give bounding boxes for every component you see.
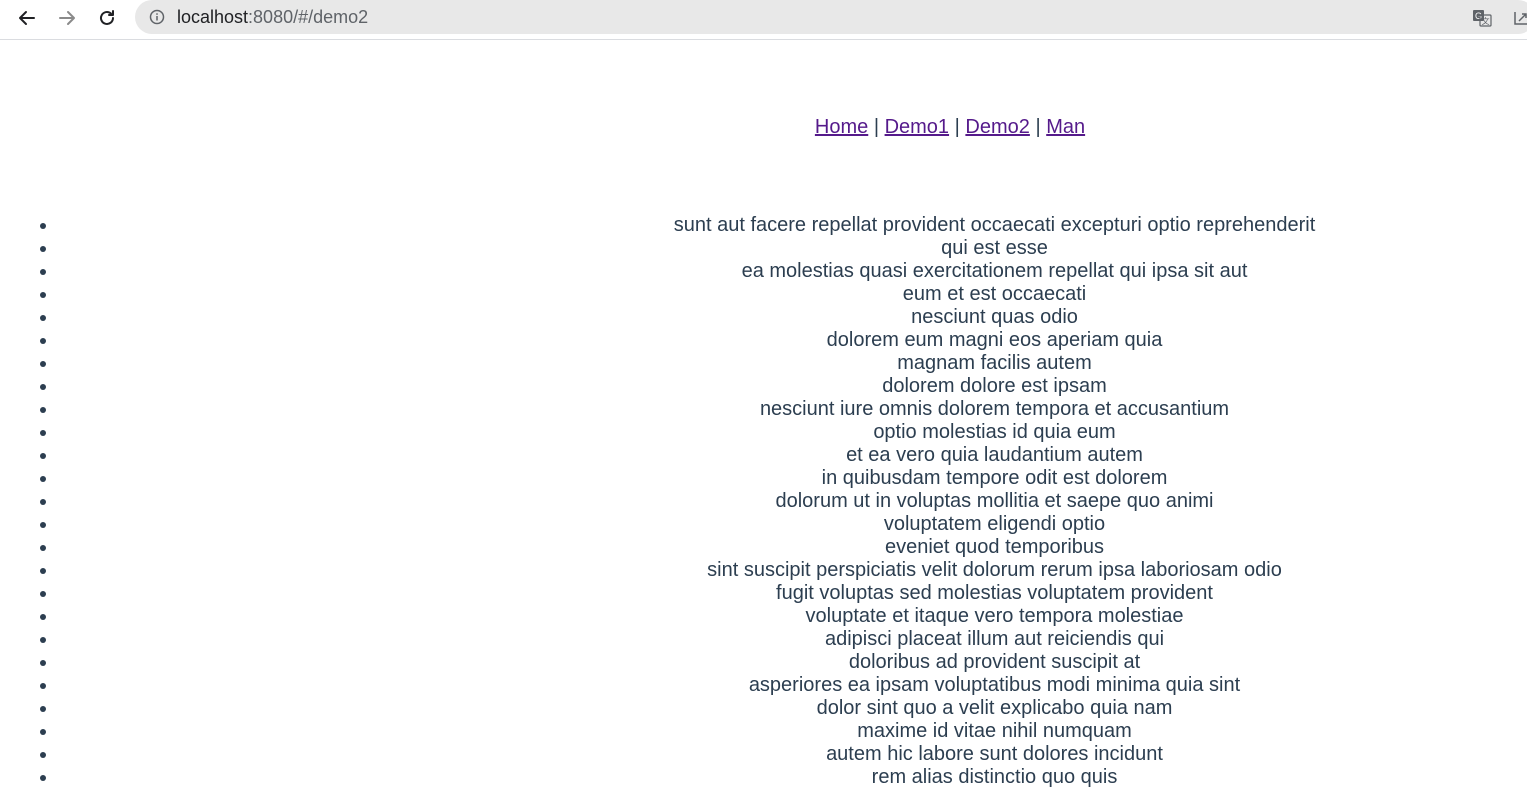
post-title: dolorum ut in voluptas mollitia et saepe… bbox=[775, 490, 1214, 512]
bullet-icon bbox=[40, 315, 46, 321]
bullet-icon bbox=[40, 223, 46, 229]
list-item: dolorum ut in voluptas mollitia et saepe… bbox=[40, 490, 1527, 513]
browser-toolbar: localhost:8080/#/demo2 G 文 bbox=[0, 0, 1527, 40]
post-title: dolor sint quo a velit explicabo quia na… bbox=[816, 697, 1173, 719]
post-title: fugit voluptas sed molestias voluptatem … bbox=[776, 582, 1213, 604]
bullet-icon bbox=[40, 591, 46, 597]
list-item: et ea vero quia laudantium autem bbox=[40, 444, 1527, 467]
bullet-icon bbox=[40, 660, 46, 666]
list-item: qui est esse bbox=[40, 237, 1527, 260]
nav-link-man[interactable]: Man bbox=[1046, 116, 1085, 138]
post-title: optio molestias id quia eum bbox=[873, 421, 1116, 443]
info-icon[interactable] bbox=[149, 9, 165, 25]
bullet-icon bbox=[40, 269, 46, 275]
bullet-icon bbox=[40, 729, 46, 735]
url-host: localhost bbox=[177, 7, 249, 27]
list-item: autem hic labore sunt dolores incidunt bbox=[40, 743, 1527, 766]
post-title: in quibusdam tempore odit est dolorem bbox=[821, 467, 1168, 489]
post-title: sint suscipit perspiciatis velit dolorum… bbox=[707, 559, 1282, 581]
list-item: maxime id vitae nihil numquam bbox=[40, 720, 1527, 743]
bullet-icon bbox=[40, 522, 46, 528]
list-item: dolorem dolore est ipsam bbox=[40, 375, 1527, 398]
list-item: sint suscipit perspiciatis velit dolorum… bbox=[40, 559, 1527, 582]
bullet-icon bbox=[40, 430, 46, 436]
list-item: rem alias distinctio quo quis bbox=[40, 766, 1527, 789]
post-title: dolorem eum magni eos aperiam quia bbox=[826, 329, 1163, 351]
list-item: sunt aut facere repellat provident occae… bbox=[40, 214, 1527, 237]
nav-separator: | bbox=[873, 116, 880, 138]
post-title: eum et est occaecati bbox=[902, 283, 1087, 305]
bullet-icon bbox=[40, 568, 46, 574]
list-item: in quibusdam tempore odit est dolorem bbox=[40, 467, 1527, 490]
list-item: optio molestias id quia eum bbox=[40, 421, 1527, 444]
list-item: nesciunt iure omnis dolorem tempora et a… bbox=[40, 398, 1527, 421]
post-title: dolorem dolore est ipsam bbox=[882, 375, 1107, 397]
bullet-icon bbox=[40, 246, 46, 252]
post-title: eveniet quod temporibus bbox=[884, 536, 1105, 558]
bullet-icon bbox=[40, 292, 46, 298]
share-icon[interactable] bbox=[1512, 8, 1527, 28]
nav-link-demo2[interactable]: Demo2 bbox=[965, 116, 1029, 138]
bullet-icon bbox=[40, 499, 46, 505]
post-title: asperiores ea ipsam voluptatibus modi mi… bbox=[748, 674, 1241, 696]
post-title: adipisci placeat illum aut reiciendis qu… bbox=[824, 628, 1165, 650]
list-item: asperiores ea ipsam voluptatibus modi mi… bbox=[40, 674, 1527, 697]
post-title: sunt aut facere repellat provident occae… bbox=[673, 214, 1316, 236]
bullet-icon bbox=[40, 614, 46, 620]
bullet-icon bbox=[40, 361, 46, 367]
post-title: nesciunt iure omnis dolorem tempora et a… bbox=[759, 398, 1230, 420]
bullet-icon bbox=[40, 384, 46, 390]
post-title: rem alias distinctio quo quis bbox=[871, 766, 1118, 788]
list-item: eveniet quod temporibus bbox=[40, 536, 1527, 559]
list-item: fugit voluptas sed molestias voluptatem … bbox=[40, 582, 1527, 605]
main-nav: Home | Demo1 | Demo2 | Man bbox=[0, 115, 1527, 139]
svg-text:文: 文 bbox=[1482, 16, 1490, 26]
list-item: dolorem eum magni eos aperiam quia bbox=[40, 329, 1527, 352]
list-item: adipisci placeat illum aut reiciendis qu… bbox=[40, 628, 1527, 651]
post-list: sunt aut facere repellat provident occae… bbox=[0, 214, 1527, 789]
url-path: :8080/#/demo2 bbox=[248, 7, 369, 27]
list-item: magnam facilis autem bbox=[40, 352, 1527, 375]
list-item: nesciunt quas odio bbox=[40, 306, 1527, 329]
list-item: dolor sint quo a velit explicabo quia na… bbox=[40, 697, 1527, 720]
list-item: ea molestias quasi exercitationem repell… bbox=[40, 260, 1527, 283]
address-bar[interactable]: localhost:8080/#/demo2 bbox=[135, 0, 1527, 34]
bullet-icon bbox=[40, 775, 46, 781]
back-arrow-icon[interactable] bbox=[11, 4, 43, 32]
post-title: qui est esse bbox=[941, 237, 1048, 259]
bullet-icon bbox=[40, 683, 46, 689]
list-item: voluptate et itaque vero tempora molesti… bbox=[40, 605, 1527, 628]
post-title: maxime id vitae nihil numquam bbox=[857, 720, 1132, 742]
post-title: magnam facilis autem bbox=[897, 352, 1092, 374]
list-item: eum et est occaecati bbox=[40, 283, 1527, 306]
bullet-icon bbox=[40, 706, 46, 712]
nav-link-home[interactable]: Home bbox=[815, 116, 868, 138]
nav-link-demo1[interactable]: Demo1 bbox=[885, 116, 949, 138]
post-title: autem hic labore sunt dolores incidunt bbox=[826, 743, 1163, 765]
bullet-icon bbox=[40, 637, 46, 643]
bullet-icon bbox=[40, 453, 46, 459]
post-title: nesciunt quas odio bbox=[911, 306, 1078, 328]
bullet-icon bbox=[40, 476, 46, 482]
post-title: voluptatem eligendi optio bbox=[883, 513, 1106, 535]
list-item: voluptatem eligendi optio bbox=[40, 513, 1527, 536]
post-title: ea molestias quasi exercitationem repell… bbox=[741, 260, 1248, 282]
bullet-icon bbox=[40, 545, 46, 551]
bullet-icon bbox=[40, 752, 46, 758]
post-title: voluptate et itaque vero tempora molesti… bbox=[805, 605, 1184, 627]
post-title: et ea vero quia laudantium autem bbox=[846, 444, 1143, 466]
forward-arrow-icon[interactable] bbox=[51, 4, 83, 32]
bullet-icon bbox=[40, 338, 46, 344]
url-text[interactable]: localhost:8080/#/demo2 bbox=[177, 7, 368, 27]
bullet-icon bbox=[40, 407, 46, 413]
page-content: Home | Demo1 | Demo2 | Man sunt aut face… bbox=[0, 41, 1527, 788]
list-item: doloribus ad provident suscipit at bbox=[40, 651, 1527, 674]
translate-icon[interactable]: G 文 bbox=[1472, 8, 1492, 28]
reload-icon[interactable] bbox=[91, 4, 123, 32]
nav-separator: | bbox=[1035, 116, 1041, 138]
nav-separator: | bbox=[954, 116, 960, 138]
post-title: doloribus ad provident suscipit at bbox=[848, 651, 1141, 673]
